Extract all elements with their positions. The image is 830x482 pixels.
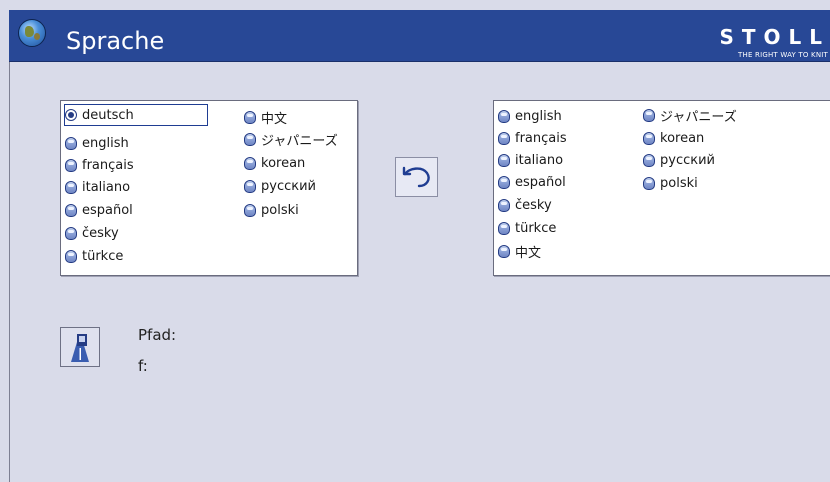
language-label: español	[515, 174, 566, 190]
language-label: français	[82, 157, 134, 173]
language-item-turkce[interactable]: türkce	[498, 218, 556, 238]
left-language-list: deutsch english français italiano españo…	[60, 100, 358, 276]
save-floppy-icon	[65, 332, 95, 362]
language-item-francais[interactable]: français	[65, 155, 134, 175]
language-item-chinese[interactable]: 中文	[498, 241, 541, 261]
save-path-button[interactable]	[60, 327, 100, 367]
language-disk-icon	[244, 110, 256, 124]
language-disk-icon	[498, 153, 510, 167]
language-disk-icon	[498, 109, 510, 123]
language-label: polski	[660, 175, 698, 191]
language-item-russian[interactable]: русский	[244, 176, 316, 196]
language-item-deutsch[interactable]: deutsch	[64, 104, 208, 126]
language-item-francais[interactable]: français	[498, 128, 567, 148]
globe-icon	[18, 19, 46, 47]
path-label: Pfad:	[138, 326, 177, 344]
language-label: česky	[82, 225, 119, 241]
language-item-espanol[interactable]: español	[498, 172, 566, 192]
undo-arrow-icon	[402, 166, 430, 188]
language-disk-icon	[498, 131, 510, 145]
language-label: ジャパニーズ	[261, 133, 338, 149]
language-item-japanese[interactable]: ジャパニーズ	[244, 129, 338, 149]
language-item-italiano[interactable]: italiano	[65, 177, 130, 197]
right-language-list: english français italiano español česky …	[493, 100, 830, 276]
language-label: english	[82, 135, 129, 151]
language-label: italiano	[515, 152, 564, 168]
language-disk-icon	[65, 180, 77, 194]
language-item-polski[interactable]: polski	[244, 200, 299, 220]
language-disk-icon	[65, 249, 77, 263]
language-label: 中文	[261, 111, 288, 127]
language-item-italiano[interactable]: italiano	[498, 150, 563, 170]
language-disk-icon	[643, 131, 655, 145]
language-item-korean[interactable]: korean	[244, 153, 305, 173]
language-disk-icon	[65, 226, 77, 240]
language-disk-icon	[65, 136, 77, 150]
language-label: français	[515, 130, 567, 146]
language-label: italiano	[82, 179, 131, 195]
language-item-cesky[interactable]: česky	[65, 223, 119, 243]
language-item-chinese[interactable]: 中文	[244, 107, 287, 127]
language-disk-icon	[65, 203, 77, 217]
language-label: ジャパニーズ	[660, 109, 737, 125]
language-disk-icon	[643, 153, 655, 167]
brand-tagline: THE RIGHT WAY TO KNIT	[738, 51, 828, 59]
language-disk-icon	[244, 203, 256, 217]
language-disk-icon	[498, 198, 510, 212]
language-item-russian[interactable]: русский	[643, 150, 715, 170]
language-label: english	[515, 108, 562, 124]
language-item-turkce[interactable]: türkce	[65, 246, 123, 266]
language-label: русский	[261, 178, 316, 194]
language-item-english[interactable]: english	[498, 106, 562, 126]
language-item-english[interactable]: english	[65, 133, 129, 153]
language-label: korean	[261, 155, 306, 171]
language-item-cesky[interactable]: česky	[498, 195, 552, 215]
language-disk-icon	[643, 108, 655, 122]
language-label: 中文	[515, 245, 542, 261]
brand-logo: STOLL	[719, 25, 830, 49]
language-label: русский	[660, 152, 715, 168]
language-disk-icon	[65, 158, 77, 172]
language-label: korean	[660, 130, 705, 146]
language-item-japanese[interactable]: ジャパニーズ	[643, 105, 737, 125]
language-label: česky	[515, 197, 552, 213]
swap-language-button[interactable]	[395, 157, 438, 197]
language-label: türkce	[515, 220, 557, 236]
language-disk-icon	[498, 221, 510, 235]
language-label: español	[82, 202, 133, 218]
drive-label: f:	[138, 357, 148, 375]
language-label: türkce	[82, 248, 124, 264]
language-item-korean[interactable]: korean	[643, 128, 704, 148]
language-label: deutsch	[82, 107, 134, 123]
language-disk-icon	[498, 244, 510, 258]
page-title: Sprache	[66, 27, 165, 55]
language-item-polski[interactable]: polski	[643, 173, 698, 193]
language-disk-icon	[643, 176, 655, 190]
language-label: polski	[261, 202, 299, 218]
language-item-espanol[interactable]: español	[65, 200, 133, 220]
radio-selected-icon	[65, 109, 77, 121]
language-disk-icon	[244, 156, 256, 170]
language-disk-icon	[498, 175, 510, 189]
language-disk-icon	[244, 179, 256, 193]
language-disk-icon	[244, 132, 256, 146]
